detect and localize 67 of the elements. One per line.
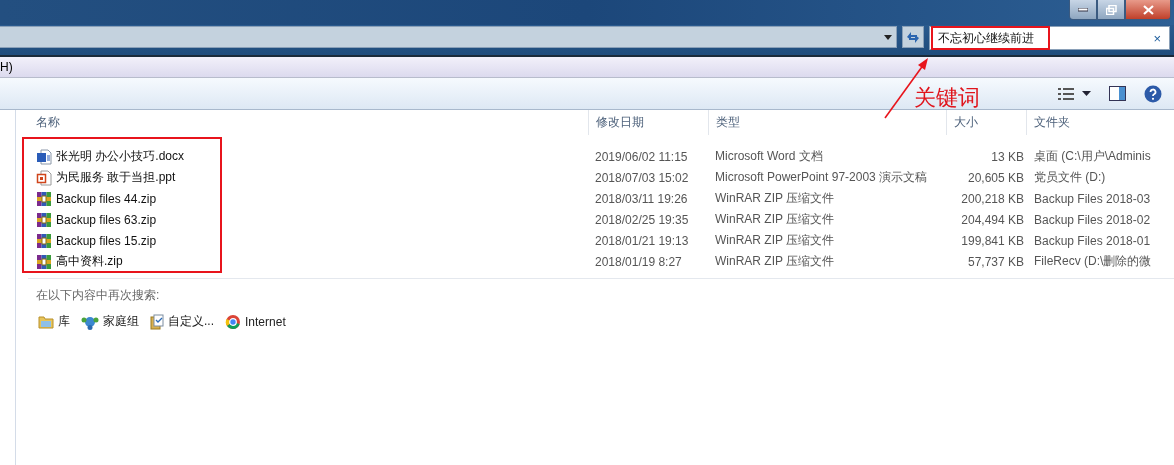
file-type: Microsoft Word 文档: [714, 148, 824, 165]
modified-date: 2018/03/11 19:26: [594, 191, 689, 206]
minimize-icon: [1078, 7, 1088, 12]
presentation-document-icon: [36, 169, 52, 186]
file-type: Microsoft PowerPoint 97-2003 演示文稿: [714, 169, 929, 186]
details-view-icon: [1058, 87, 1074, 100]
file-type: WinRAR ZIP 压缩文件: [714, 253, 836, 270]
modified-date: 2018/01/21 19:13: [594, 233, 690, 248]
close-button[interactable]: [1125, 0, 1171, 20]
file-name[interactable]: 为民服务 敢于当担.ppt: [16, 169, 588, 186]
browser-icon: [225, 313, 241, 330]
archive-icon: [36, 190, 52, 207]
restore-icon: [1105, 4, 1117, 15]
annotation-label: 关键词: [914, 84, 980, 112]
search-field[interactable]: 不忘初心继续前进 ×: [929, 26, 1170, 50]
file-size: 200,218 KB: [960, 191, 1025, 206]
folder-path: FileRecv (D:\删除的微: [1033, 253, 1153, 270]
modified-date: 2018/01/19 8:27: [594, 254, 683, 269]
search-location-link[interactable]: 库: [38, 313, 70, 330]
clear-icon[interactable]: ×: [1153, 30, 1161, 46]
restore-button[interactable]: [1097, 0, 1125, 20]
file-type: WinRAR ZIP 压缩文件: [714, 232, 836, 249]
file-type: WinRAR ZIP 压缩文件: [714, 211, 836, 228]
file-size: 199,841 KB: [960, 233, 1025, 248]
folder-path: 党员文件 (D:): [1033, 169, 1107, 186]
file-name[interactable]: Backup files 63.zip: [16, 211, 588, 228]
archive-icon: [36, 253, 52, 270]
close-icon: [1142, 4, 1154, 15]
checked-document-icon: [150, 313, 164, 330]
help-icon[interactable]: [1144, 84, 1162, 103]
modified-date: 2019/06/02 11:15: [594, 149, 689, 164]
file-size: 13 KB: [990, 149, 1025, 164]
folder-icon: [38, 314, 54, 329]
column-header[interactable]: 文件夹: [1026, 110, 1174, 135]
file-name[interactable]: Backup files 15.zip: [16, 232, 588, 249]
column-header[interactable]: 类型: [708, 110, 946, 135]
archive-icon: [36, 211, 52, 228]
column-header[interactable]: 大小: [946, 110, 1026, 135]
menu-item[interactable]: H): [0, 60, 21, 74]
modified-date: 2018/07/03 15:02: [594, 170, 690, 185]
refresh-button[interactable]: [902, 26, 924, 48]
file-size: 204,494 KB: [960, 212, 1025, 227]
search-again-label: 在以下内容中再次搜索:: [36, 287, 160, 304]
archive-icon: [36, 232, 52, 249]
folder-path: Backup Files 2018-03: [1033, 191, 1152, 206]
folder-path: Backup Files 2018-01: [1033, 233, 1152, 248]
search-location-link[interactable]: 自定义...: [150, 313, 214, 330]
caret-icon: [1082, 91, 1091, 96]
file-name[interactable]: 高中资料.zip: [16, 253, 588, 270]
file-size: 20,605 KB: [966, 170, 1025, 185]
preview-pane-icon[interactable]: [1109, 86, 1126, 101]
column-header[interactable]: 修改日期: [588, 110, 708, 135]
modified-date: 2018/02/25 19:35: [594, 212, 690, 227]
view-options-button[interactable]: [1058, 87, 1091, 100]
file-name[interactable]: Backup files 44.zip: [16, 190, 588, 207]
folder-path: 桌面 (C:\用户\Adminis: [1033, 148, 1152, 165]
search-location-link[interactable]: Internet: [225, 313, 286, 330]
file-name[interactable]: 张光明 办公小技巧.docx: [16, 148, 588, 165]
word-document-icon: [36, 148, 52, 165]
file-size: 57,737 KB: [966, 254, 1025, 269]
folder-path: Backup Files 2018-02: [1033, 212, 1152, 227]
refresh-arrows-icon: [906, 30, 920, 44]
dropdown-caret-icon: [884, 34, 892, 40]
file-type: WinRAR ZIP 压缩文件: [714, 190, 836, 207]
column-header[interactable]: 名称: [16, 110, 588, 135]
minimize-button[interactable]: [1069, 0, 1097, 20]
search-location-link[interactable]: 家庭组: [81, 313, 139, 330]
